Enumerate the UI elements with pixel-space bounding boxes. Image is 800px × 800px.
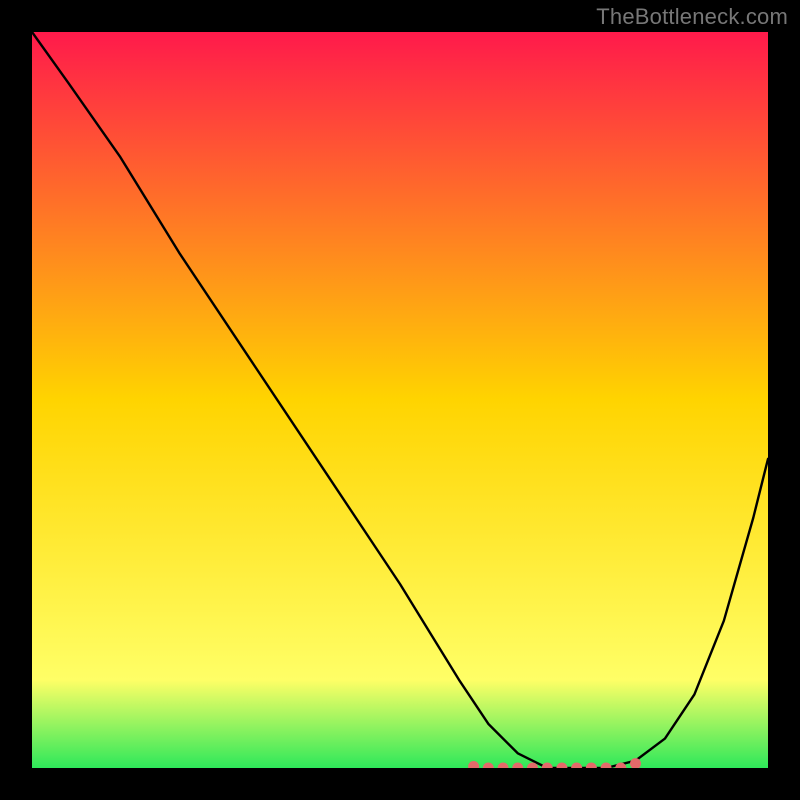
watermark-text: TheBottleneck.com [596,4,788,30]
chart-frame: TheBottleneck.com [0,0,800,800]
chart-svg [32,32,768,768]
plot-area [32,32,768,768]
gradient-background [32,32,768,768]
